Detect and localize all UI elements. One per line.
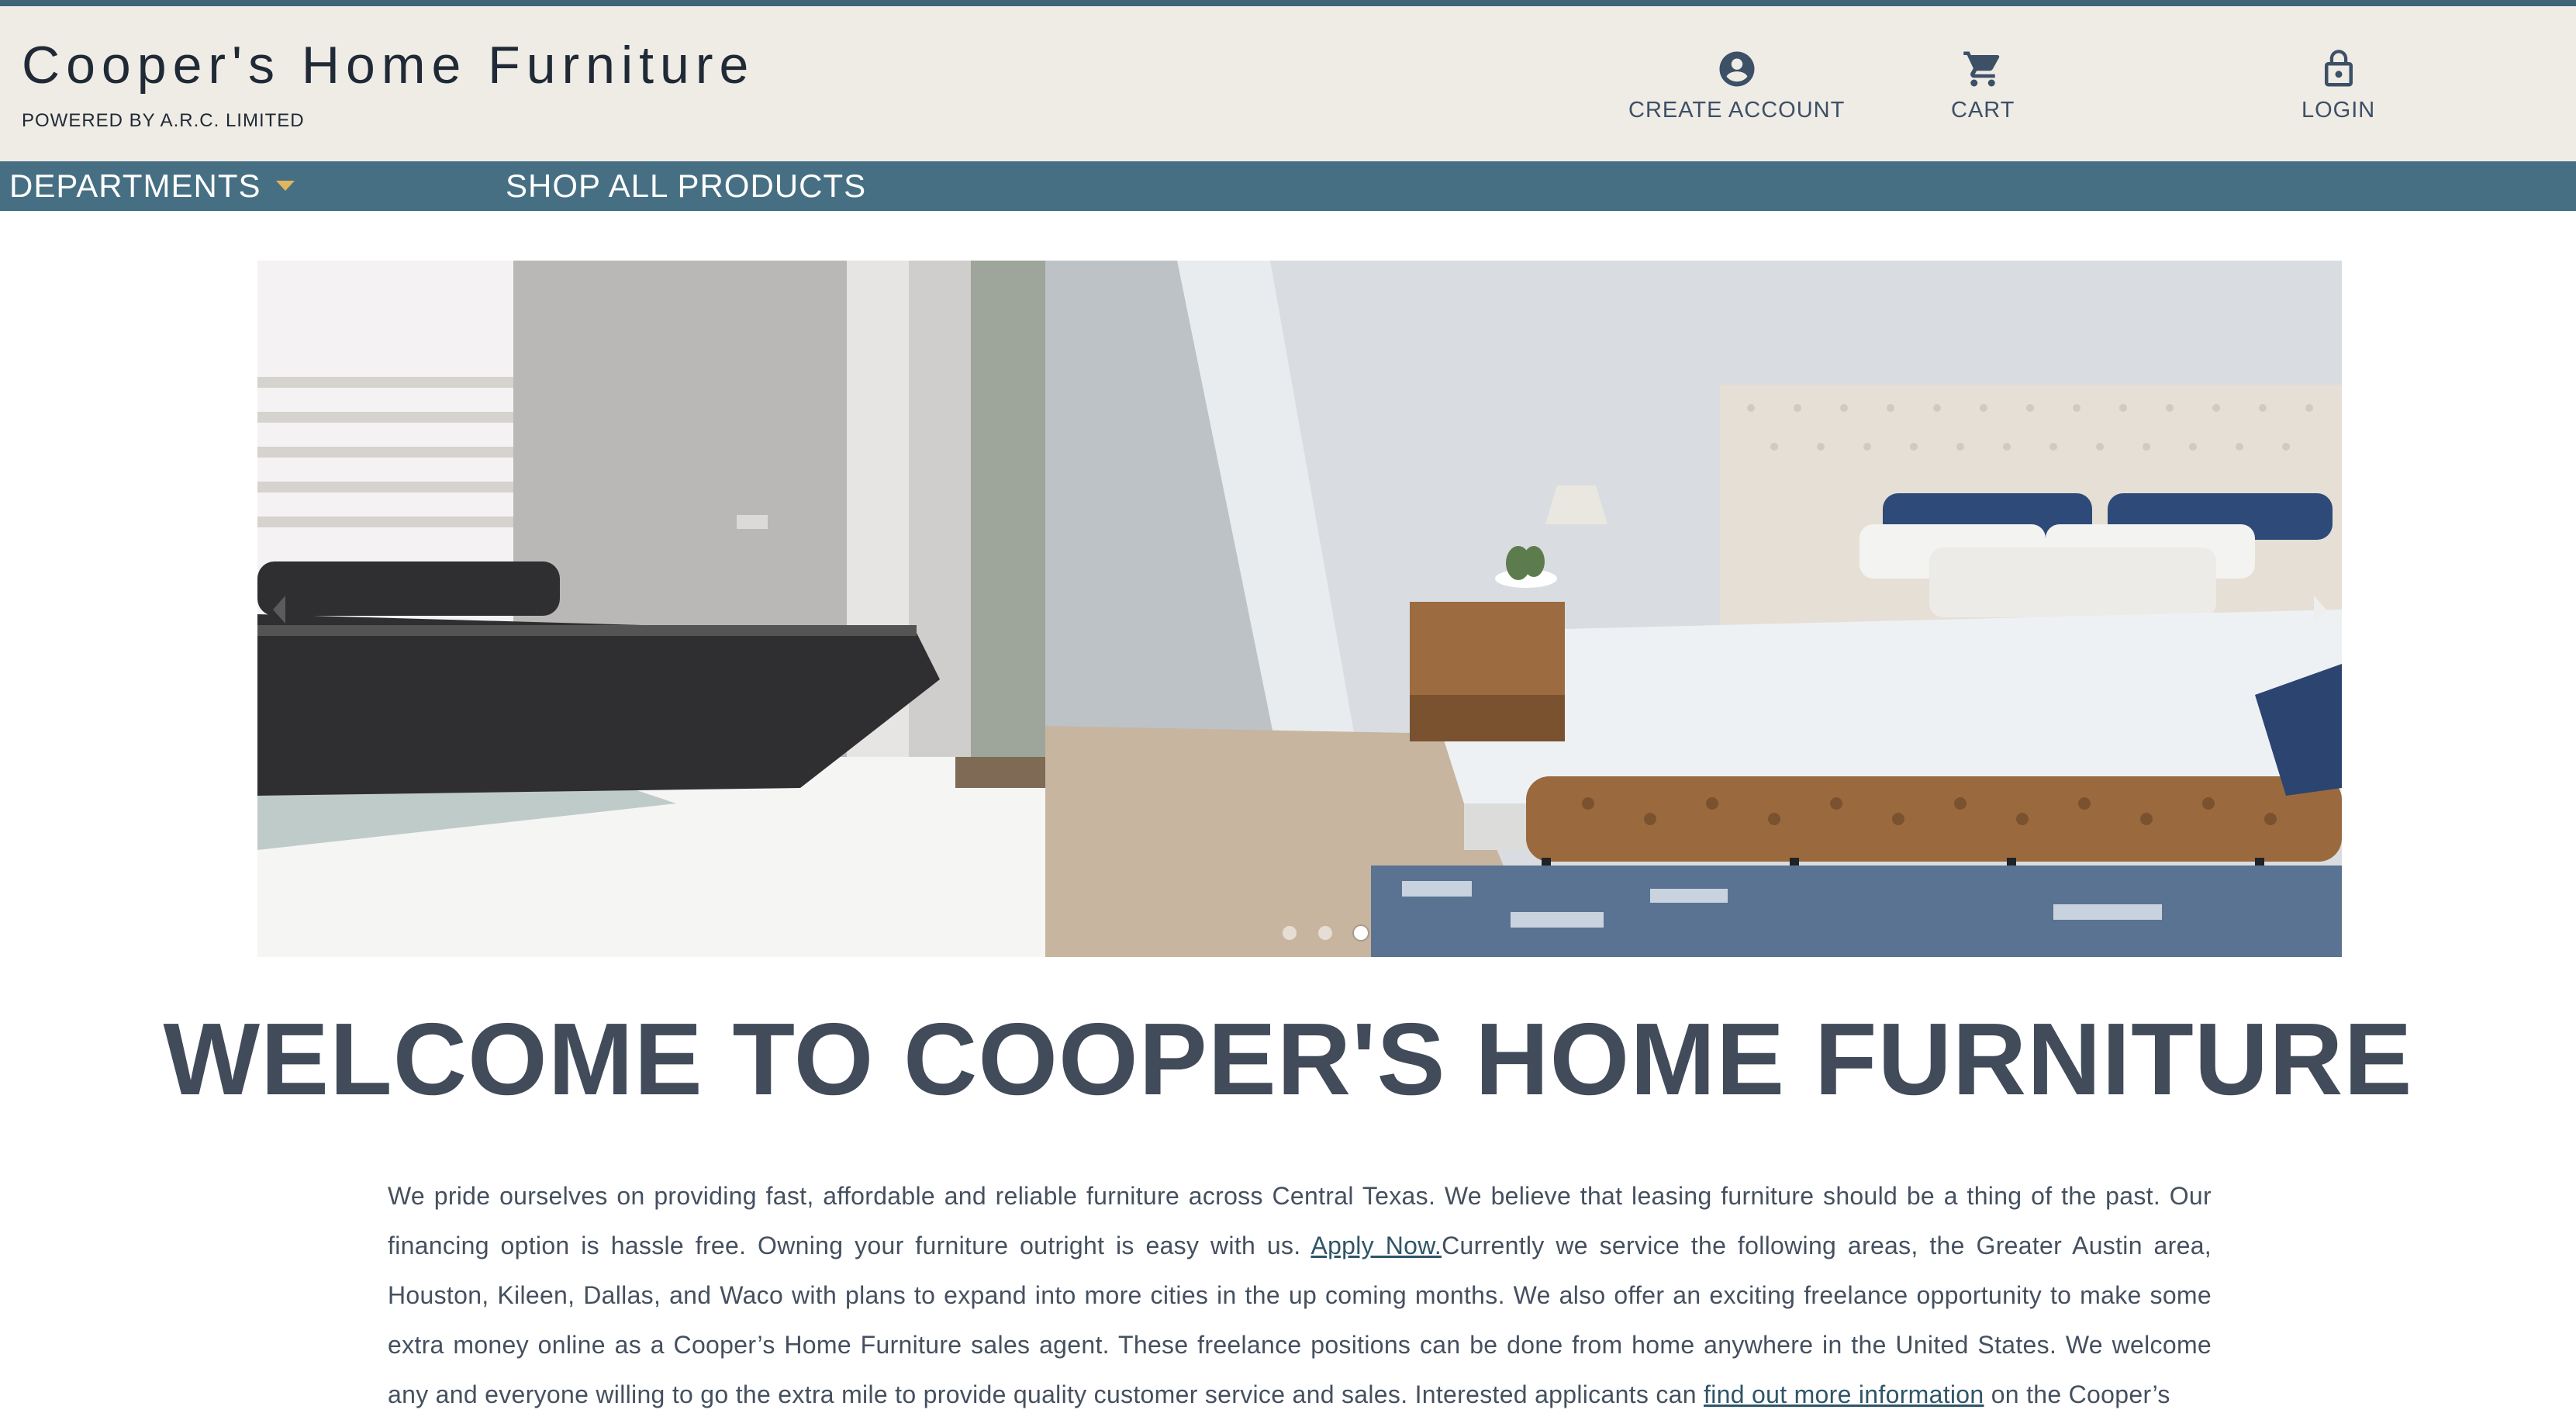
brand-title[interactable]: Cooper's Home Furniture: [22, 39, 754, 92]
carousel-next-icon[interactable]: [2314, 596, 2326, 624]
welcome-heading: WELCOME TO COOPER'S HOME FURNITURE: [163, 1002, 2413, 1116]
carousel-slide-living-room: [257, 261, 1045, 957]
chevron-down-icon: [276, 181, 295, 192]
carousel-prev-icon[interactable]: [273, 596, 285, 624]
intro-text-part-3: on the Cooper’s: [1984, 1380, 2170, 1408]
carousel-slide-bedroom: [1045, 261, 2342, 957]
bedroom-photo: [1045, 261, 2342, 957]
carousel-dots: [1283, 926, 1368, 940]
cart-link[interactable]: CART: [1951, 48, 2015, 123]
carousel-dot-1[interactable]: [1283, 926, 1297, 940]
departments-menu[interactable]: DEPARTMENTS: [9, 161, 295, 211]
carousel-dot-3[interactable]: [1354, 926, 1368, 940]
account-circle-icon: [1719, 51, 1755, 87]
brand-subtitle: POWERED BY A.R.C. LIMITED: [22, 110, 305, 131]
living-room-photo: [257, 261, 1045, 957]
cart-label: CART: [1951, 98, 2015, 123]
shopping-cart-icon: [1963, 51, 2000, 87]
carousel-dot-2[interactable]: [1318, 926, 1332, 940]
find-out-more-link[interactable]: find out more information: [1704, 1380, 1984, 1408]
login-link[interactable]: LOGIN: [2301, 48, 2375, 123]
main-navbar: DEPARTMENTS SHOP ALL PRODUCTS: [0, 161, 2576, 211]
create-account-label: CREATE ACCOUNT: [1628, 98, 1846, 123]
intro-paragraph: We pride ourselves on providing fast, af…: [388, 1171, 2212, 1419]
site-header: Cooper's Home Furniture POWERED BY A.R.C…: [0, 6, 2576, 161]
apply-now-link[interactable]: Apply Now.: [1310, 1232, 1442, 1259]
hero-carousel[interactable]: [257, 261, 2342, 957]
departments-label: DEPARTMENTS: [9, 168, 261, 204]
login-label: LOGIN: [2301, 98, 2376, 123]
lock-icon: [2324, 50, 2353, 87]
top-accent-bar: [0, 0, 2576, 6]
shop-all-products-link[interactable]: SHOP ALL PRODUCTS: [506, 161, 866, 211]
create-account-link[interactable]: CREATE ACCOUNT: [1628, 48, 1845, 123]
